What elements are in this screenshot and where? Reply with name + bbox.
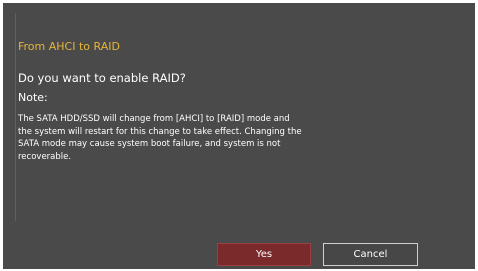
- note-line: SATA mode may cause system boot failure,…: [18, 139, 281, 149]
- yes-button[interactable]: Yes: [217, 243, 311, 266]
- note-line: recoverable.: [18, 151, 72, 162]
- note-label: Note:: [18, 91, 48, 104]
- screen: From AHCI to RAID Do you want to enable …: [0, 0, 478, 271]
- yes-button-label: Yes: [255, 249, 273, 260]
- dialog-question: Do you want to enable RAID?: [18, 71, 186, 85]
- note-text: The SATA HDD/SSD will change from [AHCI]…: [18, 113, 368, 163]
- cancel-button[interactable]: Cancel: [323, 243, 418, 266]
- dialog-title: From AHCI to RAID: [18, 40, 120, 53]
- note-line: The SATA HDD/SSD will change from [AHCI]…: [18, 114, 290, 124]
- cancel-button-label: Cancel: [353, 249, 388, 260]
- note-line: the system will restart for this change …: [18, 126, 302, 137]
